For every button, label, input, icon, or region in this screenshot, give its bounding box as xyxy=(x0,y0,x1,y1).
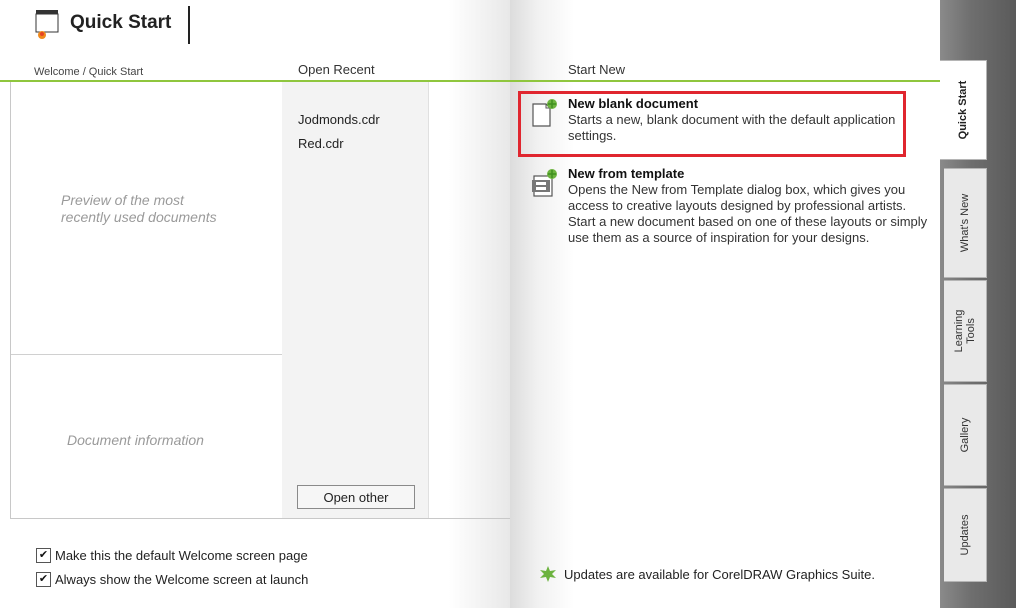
recent-files-column: Jodmonds.cdr Red.cdr Open other xyxy=(282,82,429,518)
update-star-icon xyxy=(540,566,556,582)
preview-panel: Preview of the most recently used docume… xyxy=(10,82,283,519)
tab-label: What's New xyxy=(959,193,971,253)
open-other-button[interactable]: Open other xyxy=(297,485,415,509)
tab-label: Updates xyxy=(959,514,971,556)
welcome-screen: Quick Start Welcome / Quick Start Open R… xyxy=(0,0,970,608)
show-at-launch-checkbox[interactable]: ✔ xyxy=(36,572,51,587)
tab-label: Learning Tools xyxy=(953,309,977,353)
default-page-checkbox[interactable]: ✔ xyxy=(36,548,51,563)
default-page-checkbox-label: Make this the default Welcome screen pag… xyxy=(55,548,308,563)
document-info-placeholder: Document information xyxy=(67,432,204,448)
recent-file-item[interactable]: Red.cdr xyxy=(298,136,344,151)
page-title: Quick Start xyxy=(70,12,172,33)
panel-divider xyxy=(11,354,282,355)
start-new-heading: Start New xyxy=(568,62,626,77)
coreldraw-logo-icon xyxy=(35,10,59,39)
tab-quick-start[interactable]: Quick Start xyxy=(940,60,987,160)
breadcrumb: Welcome / Quick Start xyxy=(34,66,144,78)
template-icon xyxy=(532,169,557,197)
tab-label: Quick Start xyxy=(957,80,969,140)
tab-whats-new[interactable]: What's New xyxy=(944,168,987,278)
show-at-launch-checkbox-row[interactable]: ✔ Always show the Welcome screen at laun… xyxy=(36,572,308,587)
recent-file-item[interactable]: Jodmonds.cdr xyxy=(298,112,380,127)
tab-learning-tools[interactable]: Learning Tools xyxy=(944,280,987,382)
updates-notice-text: Updates are available for CorelDRAW Grap… xyxy=(564,566,875,582)
tab-gallery[interactable]: Gallery xyxy=(944,384,987,486)
footer-rule xyxy=(10,518,510,519)
highlight-box xyxy=(518,91,906,157)
preview-placeholder: Preview of the most recently used docume… xyxy=(61,192,217,225)
open-recent-heading: Open Recent xyxy=(298,62,375,77)
show-at-launch-checkbox-label: Always show the Welcome screen at launch xyxy=(55,572,309,587)
header-rule-right xyxy=(510,80,940,82)
tab-updates[interactable]: Updates xyxy=(944,488,987,582)
header-divider xyxy=(188,6,190,44)
default-page-checkbox-row[interactable]: ✔ Make this the default Welcome screen p… xyxy=(36,548,308,563)
tab-label: Gallery xyxy=(959,417,971,453)
new-from-template-link[interactable]: New from template xyxy=(568,166,930,182)
new-from-template-item[interactable]: New from template Opens the New from Tem… xyxy=(568,166,930,246)
updates-notice[interactable]: Updates are available for CorelDRAW Grap… xyxy=(538,566,875,582)
new-from-template-description: Opens the New from Template dialog box, … xyxy=(568,182,928,245)
